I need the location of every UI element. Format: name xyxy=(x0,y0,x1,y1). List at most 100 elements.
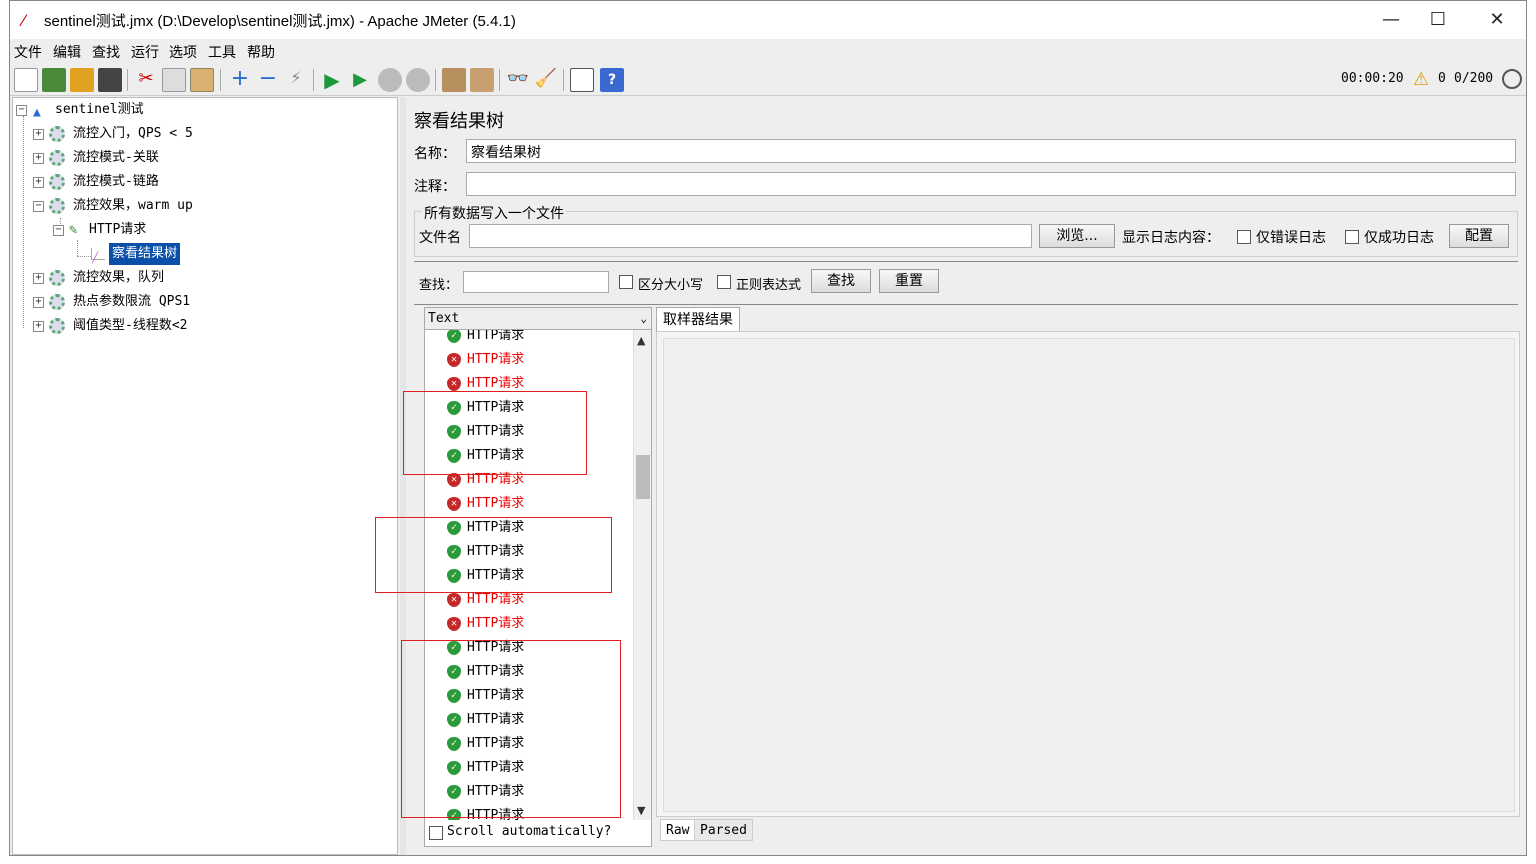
jmeter-window: ⁄ sentinel测试.jmx (D:\Develop\sentinel测试.… xyxy=(9,0,1527,856)
function-helper-icon[interactable] xyxy=(570,68,594,92)
gear-icon xyxy=(49,150,65,166)
comment-field[interactable] xyxy=(466,172,1516,196)
tab-raw[interactable]: Raw xyxy=(660,819,696,841)
list-item[interactable]: ✕ HTTP请求 xyxy=(447,348,524,372)
menu-tools[interactable]: 工具 xyxy=(208,42,236,62)
status-indicator-icon xyxy=(1502,69,1522,89)
toggle-icon[interactable]: ⚡ xyxy=(284,68,308,92)
panel-heading: 察看结果树 xyxy=(414,111,504,132)
list-item[interactable]: ✕ HTTP请求 xyxy=(447,492,524,516)
shield-error-icon: ✕ xyxy=(447,376,461,391)
scroll-down-icon[interactable]: ▼ xyxy=(637,804,645,817)
configure-button[interactable]: 配置 xyxy=(1449,224,1509,248)
thread-count: 0/200 xyxy=(1454,71,1494,86)
close-button[interactable]: ✕ xyxy=(1474,5,1520,35)
list-item[interactable]: ✕ HTTP请求 xyxy=(447,612,524,636)
templates-icon[interactable] xyxy=(42,68,66,92)
save-icon[interactable] xyxy=(98,68,122,92)
gear-icon xyxy=(49,270,65,286)
list-item-label: HTTP请求 xyxy=(467,616,525,631)
gear-icon xyxy=(49,318,65,334)
start-icon[interactable]: ▶ xyxy=(320,68,344,92)
list-item-label: HTTP请求 xyxy=(467,376,525,391)
highlight-box xyxy=(375,517,612,593)
stop-icon[interactable] xyxy=(378,68,402,92)
renderer-select[interactable]: Text ⌄ xyxy=(425,308,651,330)
search-label: 查找： xyxy=(419,278,459,293)
menu-run[interactable]: 运行 xyxy=(131,42,159,62)
detail-box xyxy=(656,331,1520,817)
shield-error-icon: ✕ xyxy=(447,352,461,367)
success-only-label: 仅成功日志 xyxy=(1364,230,1434,246)
title-bar: ⁄ sentinel测试.jmx (D:\Develop\sentinel测试.… xyxy=(10,1,1526,39)
copy-icon[interactable] xyxy=(162,68,186,92)
scroll-thumb[interactable] xyxy=(636,455,650,499)
menu-options[interactable]: 选项 xyxy=(169,42,197,62)
paste-icon[interactable] xyxy=(190,68,214,92)
view-results-tree-panel: 察看结果树 名称： 察看结果树 注释： 所有数据写入一个文件 文件名 浏览...… xyxy=(375,97,1526,855)
chevron-down-icon: ⌄ xyxy=(640,312,647,325)
menu-file[interactable]: 文件 xyxy=(14,42,42,62)
shield-error-icon: ✕ xyxy=(447,592,461,607)
separator xyxy=(414,304,1518,305)
tab-sampler-result[interactable]: 取样器结果 xyxy=(656,307,740,331)
regex-label: 正则表达式 xyxy=(736,278,802,293)
list-item-label: HTTP请求 xyxy=(467,592,525,607)
menu-help[interactable]: 帮助 xyxy=(247,42,275,62)
filename-field[interactable] xyxy=(469,224,1032,248)
scroll-automatically-label: Scroll automatically? xyxy=(447,824,612,839)
browse-button[interactable]: 浏览... xyxy=(1039,224,1115,248)
warning-count: 0 xyxy=(1438,71,1446,86)
scroll-automatically-checkbox[interactable] xyxy=(429,826,443,840)
sampler-detail: 取样器结果 Raw Parsed xyxy=(656,307,1522,847)
case-sensitive-label: 区分大小写 xyxy=(638,278,704,293)
gear-icon xyxy=(49,126,65,142)
errors-only-label: 仅错误日志 xyxy=(1256,230,1326,246)
shield-check-icon: ✓ xyxy=(447,330,461,343)
maximize-button[interactable]: ☐ xyxy=(1415,5,1461,35)
file-group-title: 所有数据写入一个文件 xyxy=(422,203,566,223)
highlight-box xyxy=(401,640,621,818)
log-content-label: 显示日志内容： xyxy=(1122,230,1220,246)
search-input[interactable] xyxy=(463,271,609,293)
minimize-button[interactable]: — xyxy=(1368,5,1414,35)
clear-icon[interactable] xyxy=(442,68,466,92)
errors-only-checkbox[interactable] xyxy=(1237,230,1251,244)
toolbar: ✂ + − ⚡ ▶ ▶ 👓 🧹 ? 00:00:20 ⚠ 0 0/200 xyxy=(10,64,1526,96)
tab-parsed[interactable]: Parsed xyxy=(694,819,753,841)
gear-icon xyxy=(49,198,65,214)
open-icon[interactable] xyxy=(70,68,94,92)
menu-search[interactable]: 查找 xyxy=(92,42,120,62)
detail-content xyxy=(663,338,1515,812)
name-field[interactable]: 察看结果树 xyxy=(466,139,1516,163)
menu-edit[interactable]: 编辑 xyxy=(53,42,81,62)
warning-icon[interactable]: ⚠ xyxy=(1413,69,1429,90)
gear-icon xyxy=(49,294,65,310)
list-item-label: HTTP请求 xyxy=(467,330,525,343)
expand-icon[interactable]: + xyxy=(228,68,252,92)
new-icon[interactable] xyxy=(14,68,38,92)
window-title: sentinel测试.jmx (D:\Develop\sentinel测试.jm… xyxy=(44,13,516,30)
case-sensitive-checkbox[interactable] xyxy=(619,275,633,289)
list-item[interactable]: ✓ HTTP请求 xyxy=(447,330,524,348)
pipette-icon: ✎ xyxy=(69,222,78,238)
find-button[interactable]: 查找 xyxy=(811,269,871,293)
success-only-checkbox[interactable] xyxy=(1345,230,1359,244)
gear-icon xyxy=(49,174,65,190)
broom-icon[interactable]: 🧹 xyxy=(534,68,558,92)
name-label: 名称： xyxy=(414,146,456,162)
scroll-up-icon[interactable]: ▲ xyxy=(637,334,645,347)
cut-icon[interactable]: ✂ xyxy=(134,68,158,92)
collapse-icon[interactable]: − xyxy=(256,68,280,92)
clear-all-icon[interactable] xyxy=(470,68,494,92)
separator xyxy=(414,261,1518,262)
regex-checkbox[interactable] xyxy=(717,275,731,289)
start-no-pause-icon[interactable]: ▶ xyxy=(348,68,372,92)
results-scrollbar[interactable]: ▲ ▼ xyxy=(633,330,651,820)
shutdown-icon[interactable] xyxy=(406,68,430,92)
filename-label: 文件名 xyxy=(419,230,461,246)
flask-icon: ▲ xyxy=(33,105,41,120)
reset-button[interactable]: 重置 xyxy=(879,269,939,293)
help-icon[interactable]: ? xyxy=(600,68,624,92)
binoculars-icon[interactable]: 👓 xyxy=(506,68,530,92)
